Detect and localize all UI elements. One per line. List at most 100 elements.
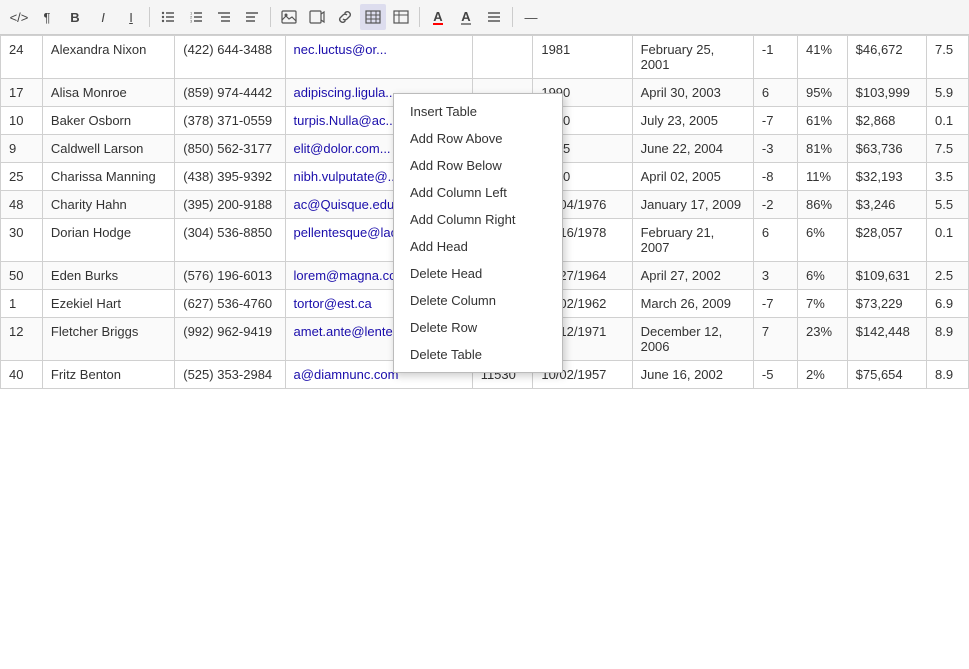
table-cell: -7 [753,290,797,318]
table-cell: Fritz Benton [42,361,174,389]
table-cell: $32,193 [847,163,926,191]
ctx-add-row-below[interactable]: Add Row Below [394,152,562,179]
table-cell: 8.9 [927,361,969,389]
ctx-delete-head[interactable]: Delete Head [394,260,562,287]
table-btn[interactable] [360,4,386,30]
table-cell: (859) 974-4442 [175,79,285,107]
table-cell: 0.1 [927,219,969,262]
font-color-btn[interactable]: A [425,4,451,30]
email-link[interactable]: ac@Quisque.edu [294,197,395,212]
table-cell: $75,654 [847,361,926,389]
table-cell: 40 [1,361,43,389]
table-cell: 1 [1,290,43,318]
table-cell: 0.1 [927,107,969,135]
underline-btn[interactable]: I [118,4,144,30]
table-cell: 81% [798,135,848,163]
table-cell: 6.9 [927,290,969,318]
table-cell: 10 [1,107,43,135]
table-cell: 30 [1,219,43,262]
ctx-add-head[interactable]: Add Head [394,233,562,260]
table-cell: 7.5 [927,36,969,79]
indent-btn[interactable] [211,4,237,30]
table-cell: (992) 962-9419 [175,318,285,361]
table-cell: 7 [753,318,797,361]
context-menu: Insert Table Add Row Above Add Row Below… [393,93,563,373]
table-cell: $109,631 [847,262,926,290]
bg-color-btn[interactable]: A [453,4,479,30]
table-cell: February 25, 2001 [632,36,753,79]
table-cell: 3.5 [927,163,969,191]
table-cell: April 27, 2002 [632,262,753,290]
ctx-delete-row[interactable]: Delete Row [394,314,562,341]
table-cell: $2,868 [847,107,926,135]
table-cell: -8 [753,163,797,191]
table-cell: 5.9 [927,79,969,107]
align-btn[interactable] [481,4,507,30]
ctx-add-column-right[interactable]: Add Column Right [394,206,562,233]
svg-text:3: 3 [190,19,193,24]
table-cell: (422) 644-3488 [175,36,285,79]
ctx-add-column-left[interactable]: Add Column Left [394,179,562,206]
table-cell: -7 [753,107,797,135]
email-link[interactable]: nec.luctus@or... [294,42,387,57]
outdent-btn[interactable] [239,4,265,30]
table-cell: (850) 562-3177 [175,135,285,163]
email-link[interactable]: elit@dolor.com... [294,141,391,156]
table-cell: 48 [1,191,43,219]
table-cell: January 17, 2009 [632,191,753,219]
table-cell: 11% [798,163,848,191]
table-cell: June 16, 2002 [632,361,753,389]
table-cell: $142,448 [847,318,926,361]
table-cell: April 02, 2005 [632,163,753,191]
ctx-delete-table[interactable]: Delete Table [394,341,562,368]
table-cell: Alisa Monroe [42,79,174,107]
email-link[interactable]: tortor@est.ca [294,296,372,311]
table-cell: July 23, 2005 [632,107,753,135]
table-cell: (304) 536-8850 [175,219,285,262]
table-cell: Eden Burks [42,262,174,290]
table-cell: Caldwell Larson [42,135,174,163]
ctx-delete-column[interactable]: Delete Column [394,287,562,314]
table-cell: March 26, 2009 [632,290,753,318]
table-cell: 17 [1,79,43,107]
table-cell: 9 [1,135,43,163]
table-cell [472,36,533,79]
table-cell: -3 [753,135,797,163]
table-cell: $63,736 [847,135,926,163]
table-cell: 86% [798,191,848,219]
table-cell: (576) 196-6013 [175,262,285,290]
image-btn[interactable] [276,4,302,30]
table-cell: 8.9 [927,318,969,361]
table-cell: 41% [798,36,848,79]
table2-btn[interactable] [388,4,414,30]
table-cell: (627) 536-4760 [175,290,285,318]
table-cell: 95% [798,79,848,107]
bold-btn[interactable]: B [62,4,88,30]
link-btn[interactable] [332,4,358,30]
ctx-insert-table[interactable]: Insert Table [394,98,562,125]
email-link[interactable]: adipiscing.ligula... [294,85,397,100]
video-btn[interactable] [304,4,330,30]
paragraph-btn[interactable]: ¶ [34,4,60,30]
table-cell: Alexandra Nixon [42,36,174,79]
table-cell: 5.5 [927,191,969,219]
table-cell: 1981 [533,36,632,79]
italic-btn[interactable]: I [90,4,116,30]
code-btn[interactable]: </> [6,4,32,30]
table-row: 24Alexandra Nixon(422) 644-3488nec.luctu… [1,36,969,79]
ol-btn[interactable]: 123 [183,4,209,30]
table-cell: Ezekiel Hart [42,290,174,318]
ul-btn[interactable] [155,4,181,30]
table-cell: Dorian Hodge [42,219,174,262]
hr-btn[interactable]: — [518,4,544,30]
table-cell: Fletcher Briggs [42,318,174,361]
table-cell: -5 [753,361,797,389]
email-link[interactable]: turpis.Nulla@ac... [294,113,397,128]
table-cell: 2.5 [927,262,969,290]
email-link[interactable]: a@diamnunc.com [294,367,399,382]
table-cell: -2 [753,191,797,219]
email-link[interactable]: nibh.vulputate@... [294,169,399,184]
ctx-add-row-above[interactable]: Add Row Above [394,125,562,152]
table-cell: February 21, 2007 [632,219,753,262]
email-link[interactable]: lorem@magna.com [294,268,408,283]
